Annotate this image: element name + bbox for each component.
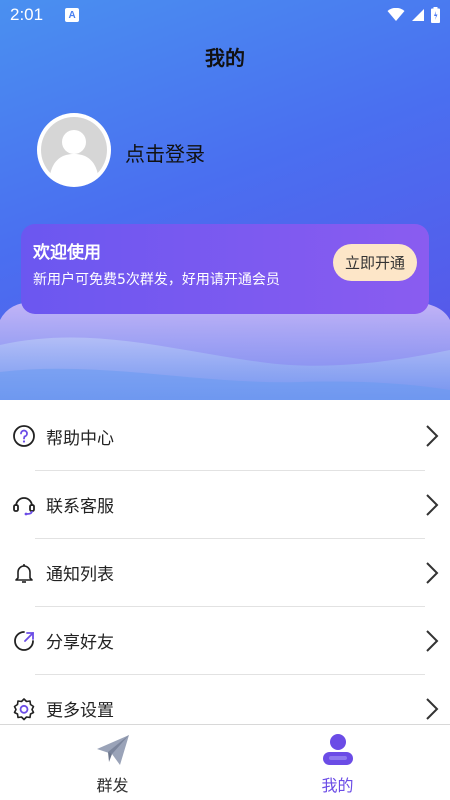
menu-item-label: 联系客服 [46, 497, 114, 517]
page-title: 我的 [205, 46, 245, 70]
menu-item-label: 通知列表 [46, 565, 114, 585]
cellular-signal-icon [412, 9, 424, 21]
menu-item-label: 更多设置 [46, 701, 114, 721]
help-circle-icon [12, 424, 36, 448]
chevron-right-icon [426, 630, 439, 652]
login-link[interactable]: 点击登录 [125, 138, 205, 167]
avatar[interactable] [37, 113, 111, 187]
vip-title: 欢迎使用 [33, 243, 101, 263]
gear-icon [12, 697, 36, 721]
user-icon [318, 731, 358, 769]
wifi-icon [387, 8, 405, 21]
menu-item-label: 帮助中心 [46, 428, 114, 449]
battery-icon [431, 7, 440, 23]
chevron-right-icon [426, 425, 439, 447]
share-icon [12, 629, 36, 653]
chevron-right-icon [426, 562, 439, 584]
menu-list: 帮助中心 联系客服 通知列表 分享好友 更多设置 [0, 402, 450, 742]
status-indicators [387, 7, 440, 23]
tab-label: 我的 [321, 776, 354, 795]
menu-item-share-friends[interactable]: 分享好友 [14, 606, 439, 674]
default-avatar-icon [41, 117, 107, 186]
vip-card: 欢迎使用 新用户可免费5次群发，好用请开通会员 立即开通 [21, 224, 429, 314]
menu-item-help-center[interactable]: 帮助中心 [12, 402, 439, 470]
menu-item-label: 分享好友 [46, 633, 114, 653]
bell-icon [12, 561, 36, 585]
status-time: 2:01 [10, 5, 44, 24]
vip-description: 新用户可免费5次群发，好用请开通会员 [33, 272, 280, 288]
chevron-right-icon [426, 494, 439, 516]
notification-badge-icon: A [65, 8, 80, 22]
menu-item-notifications[interactable]: 通知列表 [15, 538, 439, 606]
paper-plane-icon [93, 731, 133, 769]
activate-vip-button[interactable]: 立即开通 [333, 244, 417, 281]
headset-icon [12, 493, 36, 517]
tab-label: 群发 [96, 776, 129, 795]
menu-item-customer-service[interactable]: 联系客服 [13, 470, 439, 538]
bottom-tab-bar: 群发 我的 [0, 724, 450, 800]
status-bar: 2:01 A [0, 0, 450, 30]
tab-mass-send[interactable]: 群发 [0, 725, 225, 800]
tab-mine[interactable]: 我的 [225, 725, 450, 800]
chevron-right-icon [426, 698, 439, 720]
